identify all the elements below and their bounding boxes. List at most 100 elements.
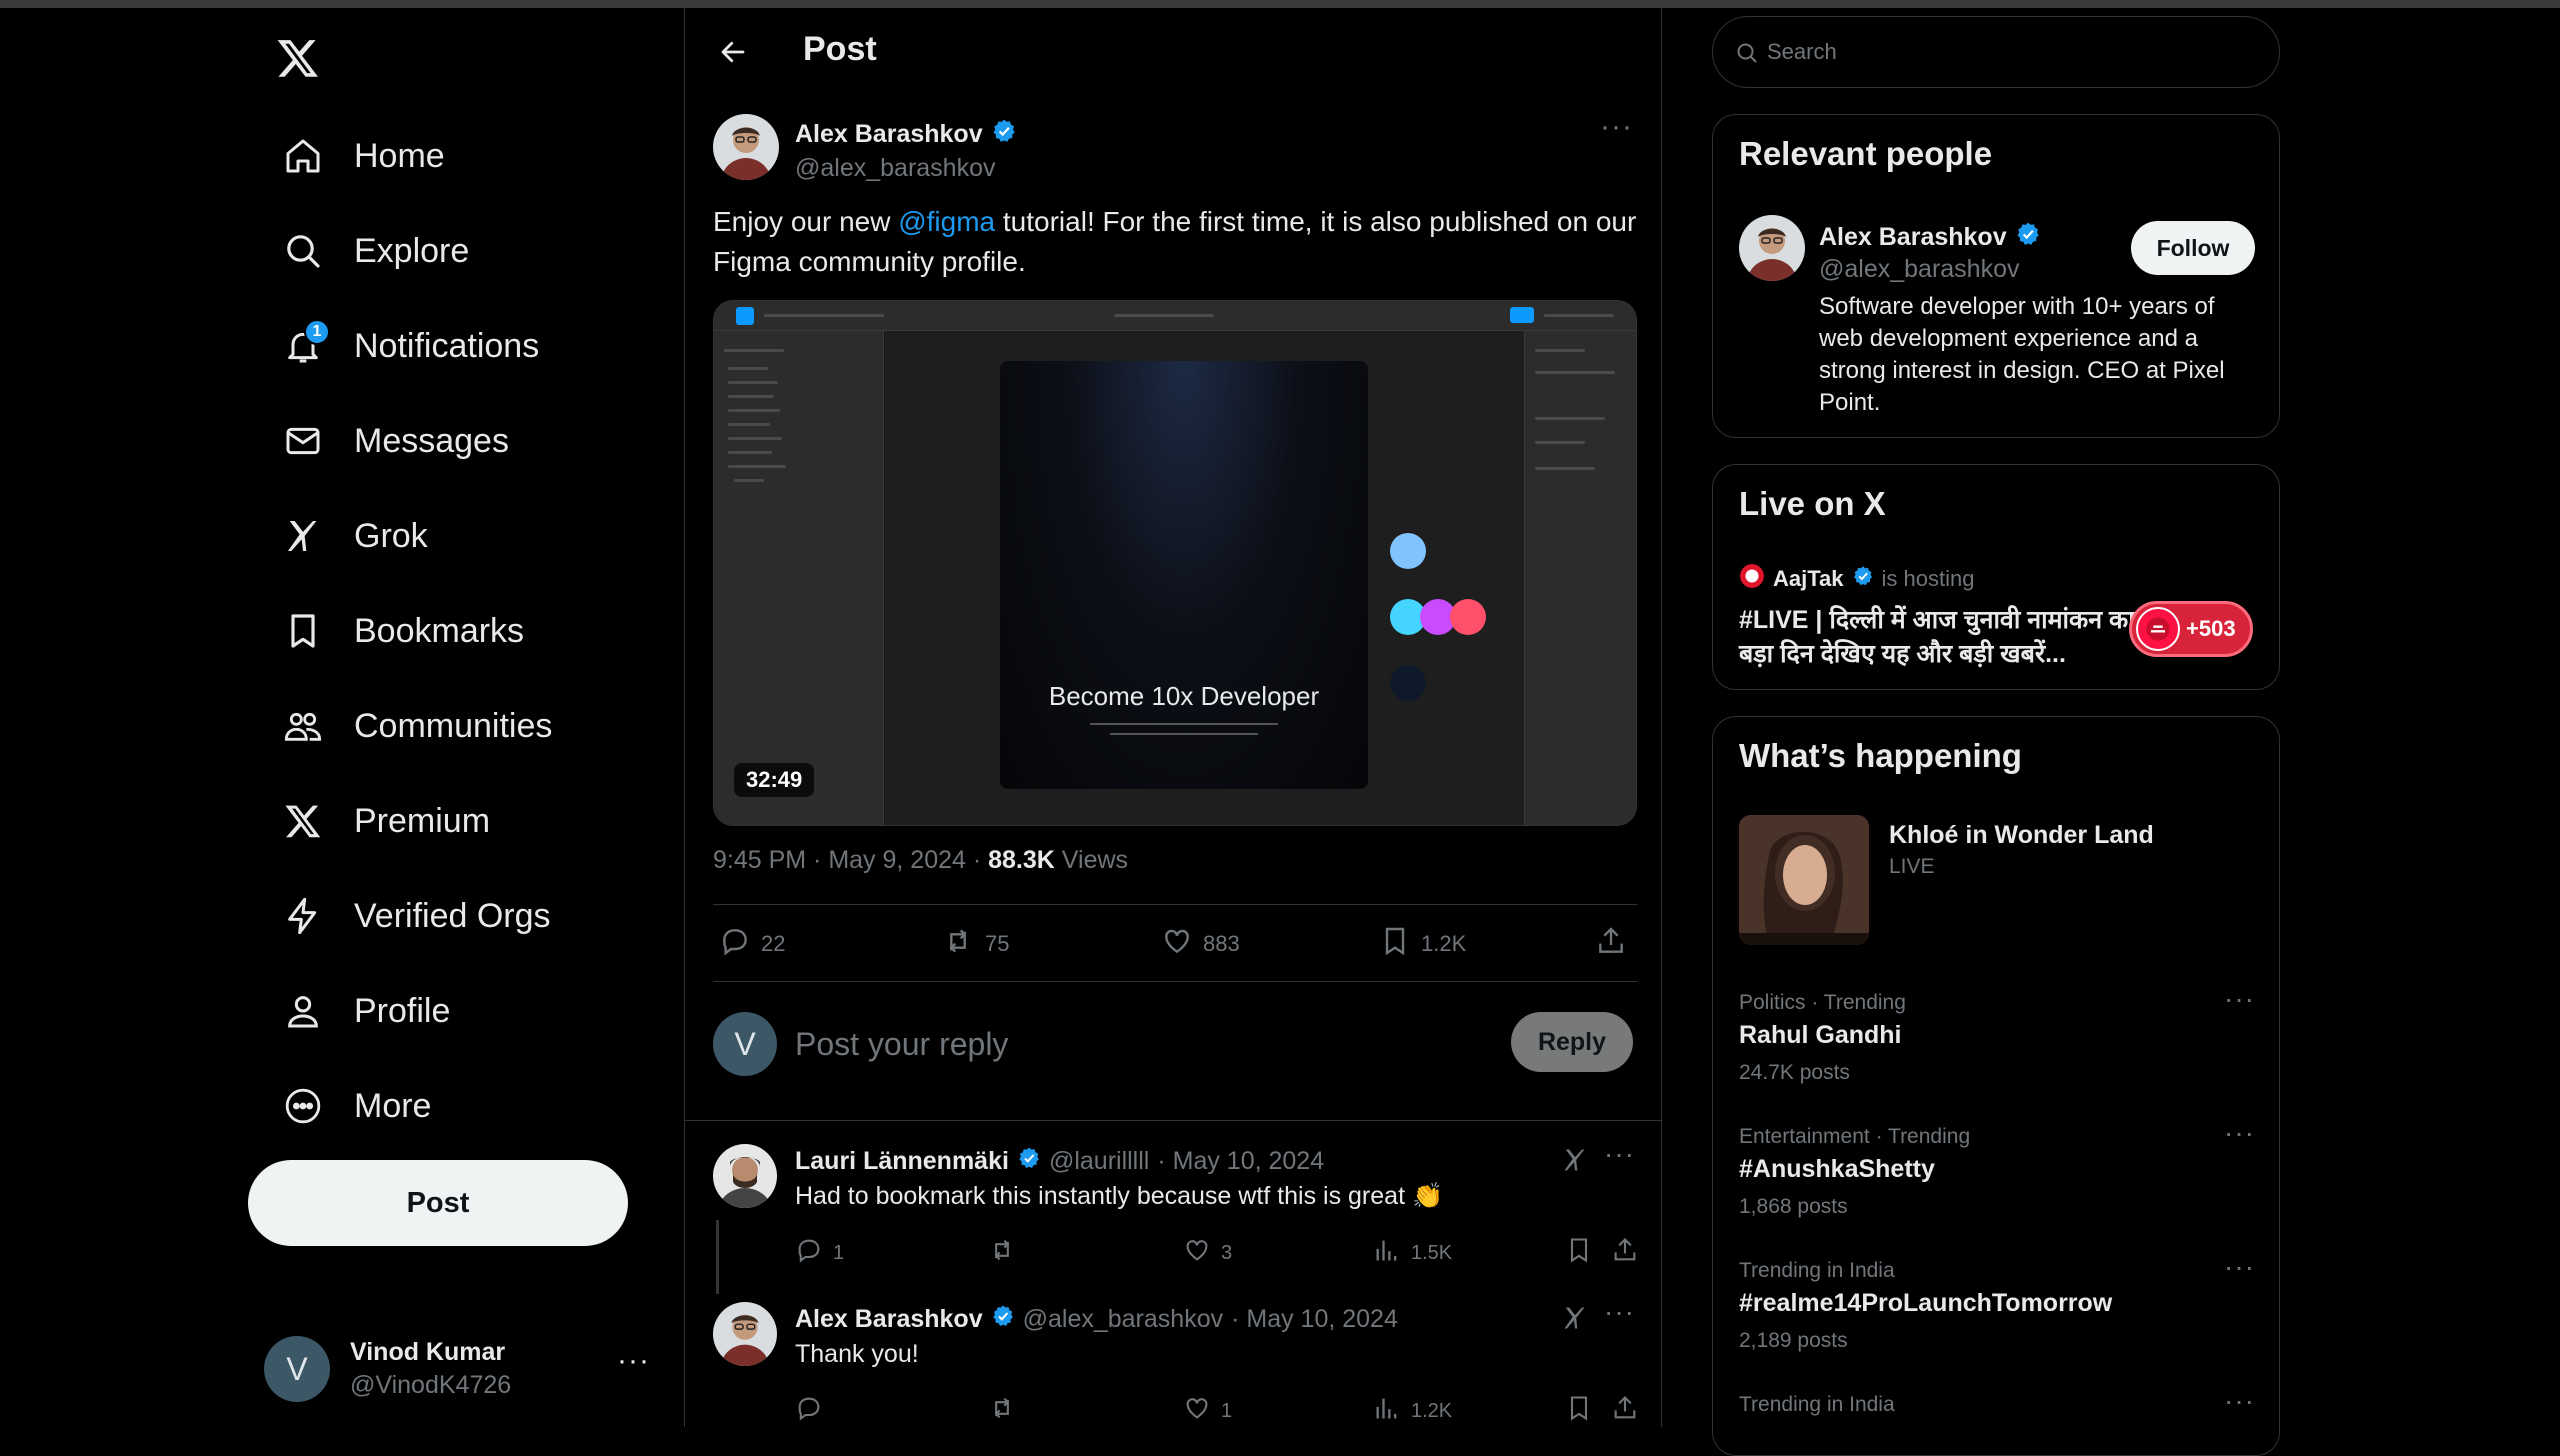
like-action[interactable]: 883 <box>1161 925 1240 963</box>
grok-icon[interactable] <box>1561 1146 1589 1179</box>
share-icon <box>1595 925 1627 963</box>
relevant-people-card: Relevant people Alex Barashkov @alex_bar… <box>1712 114 2280 438</box>
more-icon[interactable]: ··· <box>1604 1296 1635 1328</box>
nav-label: Verified Orgs <box>354 896 551 935</box>
account-name: Vinod Kumar <box>350 1338 506 1366</box>
x-logo-icon[interactable] <box>268 28 328 88</box>
person-name-row[interactable]: Alex Barashkov <box>1819 221 2041 254</box>
like-count: 1 <box>1221 1399 1233 1422</box>
live-listeners-pill[interactable]: +503 <box>2129 601 2253 657</box>
trend-title: #realme14ProLaunchTomorrow <box>1739 1289 2113 1317</box>
share-icon <box>1611 1236 1639 1270</box>
views-action[interactable]: 1.2K <box>1373 1394 1452 1428</box>
nav-communities[interactable]: Communities <box>264 686 568 766</box>
reply-icon <box>719 925 751 963</box>
trend-item[interactable]: Entertainment · Trending #AnushkaShetty … <box>1739 1117 2255 1235</box>
more-icon[interactable]: ··· <box>617 1344 650 1378</box>
nav-more[interactable]: More <box>264 1066 447 1146</box>
avatar[interactable] <box>713 1302 777 1366</box>
reply-actions: 1 3 1.5K <box>795 1236 1637 1272</box>
views-action[interactable]: 1.5K <box>1373 1236 1452 1270</box>
like-action[interactable]: 1 <box>1183 1394 1232 1428</box>
reply-input[interactable] <box>795 1024 1355 1064</box>
share-action[interactable] <box>1611 1236 1639 1270</box>
post-detail-column: Post Alex Barashkov @alex_barashkov ··· … <box>684 8 1662 1427</box>
follow-button[interactable]: Follow <box>2131 221 2255 275</box>
more-icon[interactable]: ··· <box>2224 983 2255 1015</box>
more-icon[interactable]: ··· <box>2224 1385 2255 1417</box>
repost-action[interactable]: 75 <box>941 925 1009 963</box>
reply-author-name[interactable]: Alex Barashkov <box>795 1305 983 1334</box>
nav-bookmarks[interactable]: Bookmarks <box>264 591 540 671</box>
back-arrow-icon[interactable] <box>711 30 755 74</box>
card-title: Relevant people <box>1739 135 1993 172</box>
author-name-row[interactable]: Alex Barashkov <box>795 118 1017 151</box>
nav-profile[interactable]: Profile <box>264 971 466 1051</box>
reply-action[interactable]: 1 <box>795 1236 844 1270</box>
nav-grok[interactable]: Grok <box>264 496 444 576</box>
trend-context: Trending in India <box>1739 1393 1895 1416</box>
search-icon <box>1735 41 1759 70</box>
repost-action[interactable] <box>987 1394 1017 1428</box>
trend-title: Rahul Gandhi <box>1739 1021 1902 1049</box>
trend-context: Entertainment · Trending <box>1739 1125 1971 1148</box>
nav-verified-orgs[interactable]: Verified Orgs <box>264 876 567 956</box>
post-header: Post <box>685 8 1661 96</box>
trend-item[interactable]: Trending in India ··· <box>1739 1385 2255 1455</box>
post-author: Alex Barashkov @alex_barashkov ··· <box>713 110 1633 186</box>
mention-link[interactable]: @figma <box>898 206 995 237</box>
more-icon[interactable]: ··· <box>2224 1117 2255 1149</box>
trend-count: 24.7K posts <box>1739 1061 1850 1084</box>
featured-thumbnail[interactable] <box>1739 815 1869 945</box>
nav-notifications[interactable]: 1 Notifications <box>264 306 555 386</box>
reply-actions: 1 1.2K <box>795 1394 1637 1430</box>
avatar[interactable] <box>713 1144 777 1208</box>
live-on-x-card[interactable]: Live on X AajTak is hosting #LIVE | दिल्… <box>1712 464 2280 690</box>
reply-count: 22 <box>761 931 786 956</box>
views-count: 88.3K <box>988 846 1055 874</box>
reply-action[interactable]: 22 <box>719 925 785 963</box>
reply-author-name[interactable]: Lauri Lännenmäki <box>795 1147 1009 1176</box>
reply-date[interactable]: · May 10, 2024 <box>1157 1147 1324 1176</box>
avatar[interactable] <box>713 114 779 180</box>
grok-icon[interactable] <box>1561 1304 1589 1337</box>
nav-home[interactable]: Home <box>264 116 461 196</box>
reply-item[interactable]: Lauri Lännenmäki @laurilllll · May 10, 2… <box>713 1138 1637 1294</box>
search-bar[interactable] <box>1712 16 2280 88</box>
account-switcher[interactable]: V Vinod Kumar @VinodK4726 ··· <box>264 1326 668 1412</box>
like-action[interactable]: 3 <box>1183 1236 1232 1270</box>
repost-action[interactable] <box>987 1236 1017 1270</box>
subtitle-line <box>1090 723 1278 725</box>
trend-item[interactable]: Politics · Trending Rahul Gandhi 24.7K p… <box>1739 983 2255 1101</box>
repost-icon <box>987 1394 1017 1428</box>
compose-post-button[interactable]: Post <box>248 1160 628 1246</box>
bookmark-action[interactable] <box>1565 1394 1593 1428</box>
video-player[interactable]: Become 10x Developer 32:49 <box>713 300 1637 826</box>
nav-explore[interactable]: Explore <box>264 211 485 291</box>
nav-messages[interactable]: Messages <box>264 401 525 481</box>
bookmark-action[interactable]: 1.2K <box>1379 925 1466 963</box>
reply-item[interactable]: Alex Barashkov @alex_barashkov · May 10,… <box>713 1296 1637 1452</box>
reply-date[interactable]: · May 10, 2024 <box>1231 1305 1398 1334</box>
share-action[interactable] <box>1611 1394 1639 1428</box>
reply-button[interactable]: Reply <box>1511 1012 1633 1072</box>
reply-action[interactable] <box>795 1394 823 1428</box>
bookmark-action[interactable] <box>1565 1236 1593 1270</box>
reply-count: 1 <box>833 1241 845 1264</box>
divider <box>685 1120 1661 1121</box>
reply-author-handle: @alex_barashkov <box>1022 1305 1224 1333</box>
search-input[interactable] <box>1767 35 2247 69</box>
more-icon[interactable]: ··· <box>1604 1138 1635 1170</box>
bell-icon: 1 <box>280 319 330 369</box>
avatar[interactable] <box>1739 215 1805 281</box>
trend-item[interactable]: Trending in India #realme14ProLaunchTomo… <box>1739 1251 2255 1369</box>
notification-badge: 1 <box>304 319 330 345</box>
featured-title[interactable]: Khloé in Wonder Land <box>1889 821 2154 850</box>
more-icon[interactable]: ··· <box>1600 110 1633 144</box>
post-timestamp[interactable]: 9:45 PM · May 9, 2024 · <box>713 846 988 874</box>
share-action[interactable] <box>1595 925 1627 963</box>
figma-logo-dot <box>1390 533 1426 569</box>
nav-premium[interactable]: Premium <box>264 781 506 861</box>
more-icon[interactable]: ··· <box>2224 1251 2255 1283</box>
right-sidebar: Relevant people Alex Barashkov @alex_bar… <box>1712 8 2280 1456</box>
